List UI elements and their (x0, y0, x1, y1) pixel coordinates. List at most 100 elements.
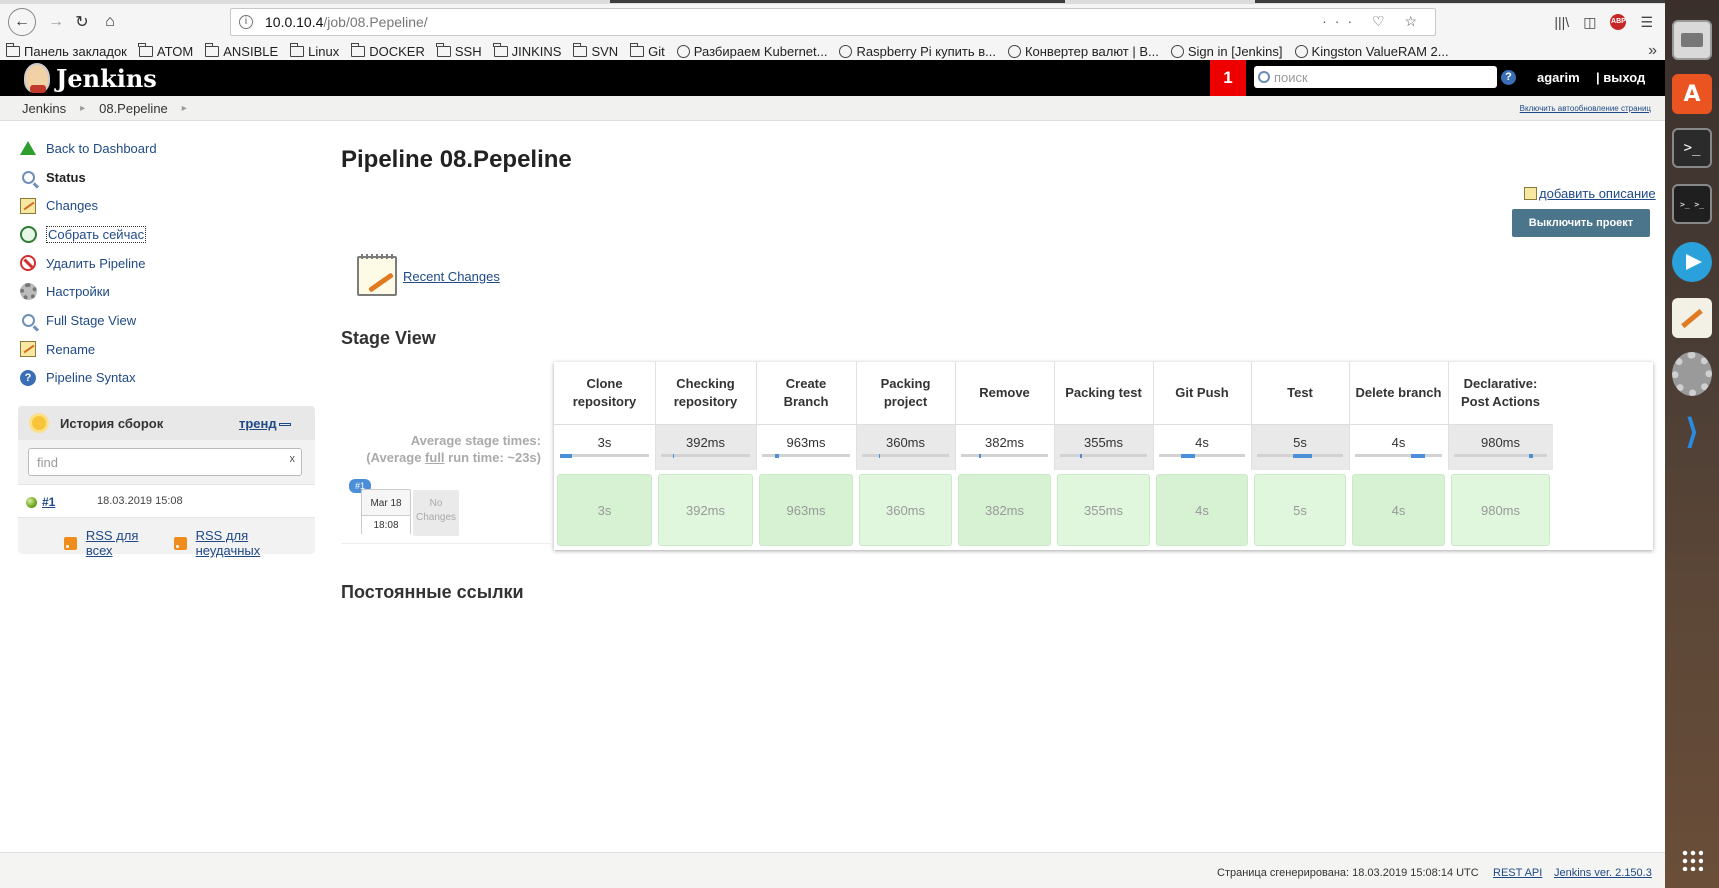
auto-refresh-link[interactable]: Включить автообновление страниц (1520, 104, 1651, 113)
sidebar-item-settings[interactable]: Настройки (18, 277, 318, 306)
notepad-icon[interactable] (357, 254, 397, 296)
bookmark-item[interactable]: Linux (289, 43, 339, 59)
column-divider (1448, 362, 1449, 470)
bookmark-item[interactable]: ATOM (138, 43, 193, 59)
bookmark-item[interactable]: Панель закладок (5, 43, 127, 59)
recent-changes-link[interactable]: Recent Changes (403, 269, 500, 284)
desktop: ← → ↻ ⌂ i 10.0.10.4/job/08.Pepeline/ ···… (0, 0, 1719, 888)
sidebar-item-rename[interactable]: Rename (18, 335, 318, 364)
search-box[interactable]: поиск (1254, 66, 1497, 88)
url-bar[interactable]: i 10.0.10.4/job/08.Pepeline/ ··· ♡ ☆ (230, 8, 1436, 36)
breadcrumb-separator-icon[interactable]: ▸ (182, 103, 187, 114)
add-description-link[interactable]: добавить описание (1524, 186, 1656, 201)
home-button[interactable]: ⌂ (96, 8, 124, 36)
stage-column: Test 5s 5s (1251, 362, 1349, 550)
reload-icon: ↻ (75, 14, 89, 31)
bookmark-item[interactable]: Raspberry Pi купить в... (839, 44, 996, 59)
forward-button[interactable]: → (42, 8, 70, 36)
trend-icon[interactable] (279, 423, 291, 426)
logout-link[interactable]: | выход (1596, 70, 1645, 85)
sidebar-item-status[interactable]: Status (18, 163, 318, 192)
stage-run-cell[interactable]: 4s (1156, 474, 1248, 546)
page-actions-icon[interactable]: ··· ♡ ☆ (1322, 13, 1425, 30)
stage-average: 392ms (655, 424, 756, 470)
stage-name: Declarative: Post Actions (1461, 376, 1540, 409)
settings-icon[interactable] (1672, 354, 1712, 394)
build-date[interactable]: 18.03.2019 15:08 (97, 495, 183, 507)
sidebar-toggle-icon[interactable]: ◫ (1583, 14, 1596, 31)
breadcrumb-job[interactable]: 08.Pepeline (99, 101, 168, 116)
stage-run-cell[interactable]: 4s (1352, 474, 1445, 546)
stage-average-bar (1454, 454, 1547, 458)
bookmark-item[interactable]: JINKINS (493, 43, 561, 59)
stage-run-cell[interactable]: 360ms (859, 474, 952, 546)
stage-average: 382ms (955, 424, 1054, 470)
bookmark-item[interactable]: Sign in [Jenkins] (1170, 44, 1283, 59)
bookmark-item[interactable]: Kingston ValueRAM 2... (1294, 44, 1449, 59)
build-number-link[interactable]: #1 (42, 495, 55, 509)
menu-icon[interactable]: ☰ (1640, 14, 1653, 31)
reload-button[interactable]: ↻ (68, 8, 96, 36)
bookmark-item[interactable]: Разбираем Kubernet... (676, 44, 827, 59)
jenkins-logo[interactable]: Jenkins (24, 63, 157, 93)
rss-all-link[interactable]: RSS для всех (86, 528, 168, 558)
breadcrumb-jenkins[interactable]: Jenkins (22, 101, 66, 116)
sidebar-item-delete-pipeline[interactable]: Удалить Pipeline (18, 249, 318, 278)
stage-average-time: 5s (1293, 435, 1307, 450)
sidebar-item-pipeline-syntax[interactable]: ? Pipeline Syntax (18, 364, 318, 393)
software-center-icon[interactable] (1672, 74, 1712, 114)
stage-run-cell[interactable]: 963ms (759, 474, 853, 546)
folder-icon (5, 43, 20, 57)
avg-full-prefix: (Average (366, 450, 426, 465)
sidebar-item-full-stage-view[interactable]: Full Stage View (18, 306, 318, 335)
stage-average: 4s (1349, 424, 1448, 470)
terminator-icon[interactable] (1672, 184, 1712, 224)
bookmark-item[interactable]: SSH (436, 43, 482, 59)
bookmarks-overflow-icon[interactable]: » (1648, 42, 1657, 60)
terminal-icon[interactable] (1672, 128, 1712, 168)
vscode-icon[interactable] (1672, 412, 1712, 452)
stage-run-cell[interactable]: 355ms (1057, 474, 1150, 546)
help-icon: ? (20, 369, 36, 386)
build-date-box[interactable]: Mar 18 18:08 (361, 489, 411, 535)
bookmark-item[interactable]: Git (629, 43, 665, 59)
bookmark-item[interactable]: SVN (572, 43, 618, 59)
telegram-icon[interactable] (1672, 242, 1712, 282)
text-editor-icon[interactable] (1672, 298, 1712, 338)
recent-changes: Recent Changes (357, 254, 500, 296)
sidebar-item-back-to-dashboard[interactable]: Back to Dashboard (18, 134, 318, 163)
files-icon[interactable] (1672, 20, 1712, 60)
stage-average: 360ms (856, 424, 955, 470)
jenkins-version-link[interactable]: Jenkins ver. 2.150.3 (1554, 867, 1652, 879)
stage-run-cell[interactable]: 5s (1254, 474, 1346, 546)
rest-api-link[interactable]: REST API (1493, 867, 1542, 879)
clear-filter-icon[interactable]: x (290, 453, 296, 465)
help-icon[interactable]: ? (1501, 70, 1516, 85)
adblock-icon[interactable]: ABP (1610, 14, 1627, 30)
stage-run-cell[interactable]: 392ms (658, 474, 753, 546)
stage-average-bar (1355, 454, 1442, 458)
rss-failed-link[interactable]: RSS для неудачных (196, 528, 315, 558)
bookmark-item[interactable]: DOCKER (350, 43, 425, 59)
notification-badge[interactable]: 1 (1210, 60, 1246, 96)
build-filter-input[interactable]: find x (28, 448, 302, 476)
url-path: /job/08.Pepeline/ (323, 14, 428, 30)
weather-sun-icon (32, 416, 46, 430)
sidebar-item-build-now[interactable]: Собрать сейчас (18, 220, 318, 249)
back-button[interactable]: ← (8, 8, 36, 36)
disable-project-button[interactable]: Выключить проект (1512, 209, 1650, 237)
user-link[interactable]: agarim (1537, 70, 1580, 85)
stage-run-cell[interactable]: 980ms (1451, 474, 1550, 546)
stage-average-time: 4s (1391, 435, 1406, 450)
library-icon[interactable]: |||\ (1554, 14, 1569, 30)
bookmark-item[interactable]: Конвертер валют | В... (1007, 44, 1159, 59)
trend-link[interactable]: тренд (239, 416, 277, 431)
stage-run-cell[interactable]: 382ms (958, 474, 1051, 546)
page-info-icon[interactable]: i (239, 15, 253, 29)
bookmark-item[interactable]: ANSIBLE (204, 43, 278, 59)
stage-run-cell[interactable]: 3s (557, 474, 652, 546)
sidebar-item-changes[interactable]: Changes (18, 191, 318, 220)
full-link[interactable]: full (425, 450, 445, 465)
apps-grid-icon[interactable] (1672, 840, 1712, 880)
breadcrumb-separator-icon[interactable]: ▸ (80, 103, 85, 114)
